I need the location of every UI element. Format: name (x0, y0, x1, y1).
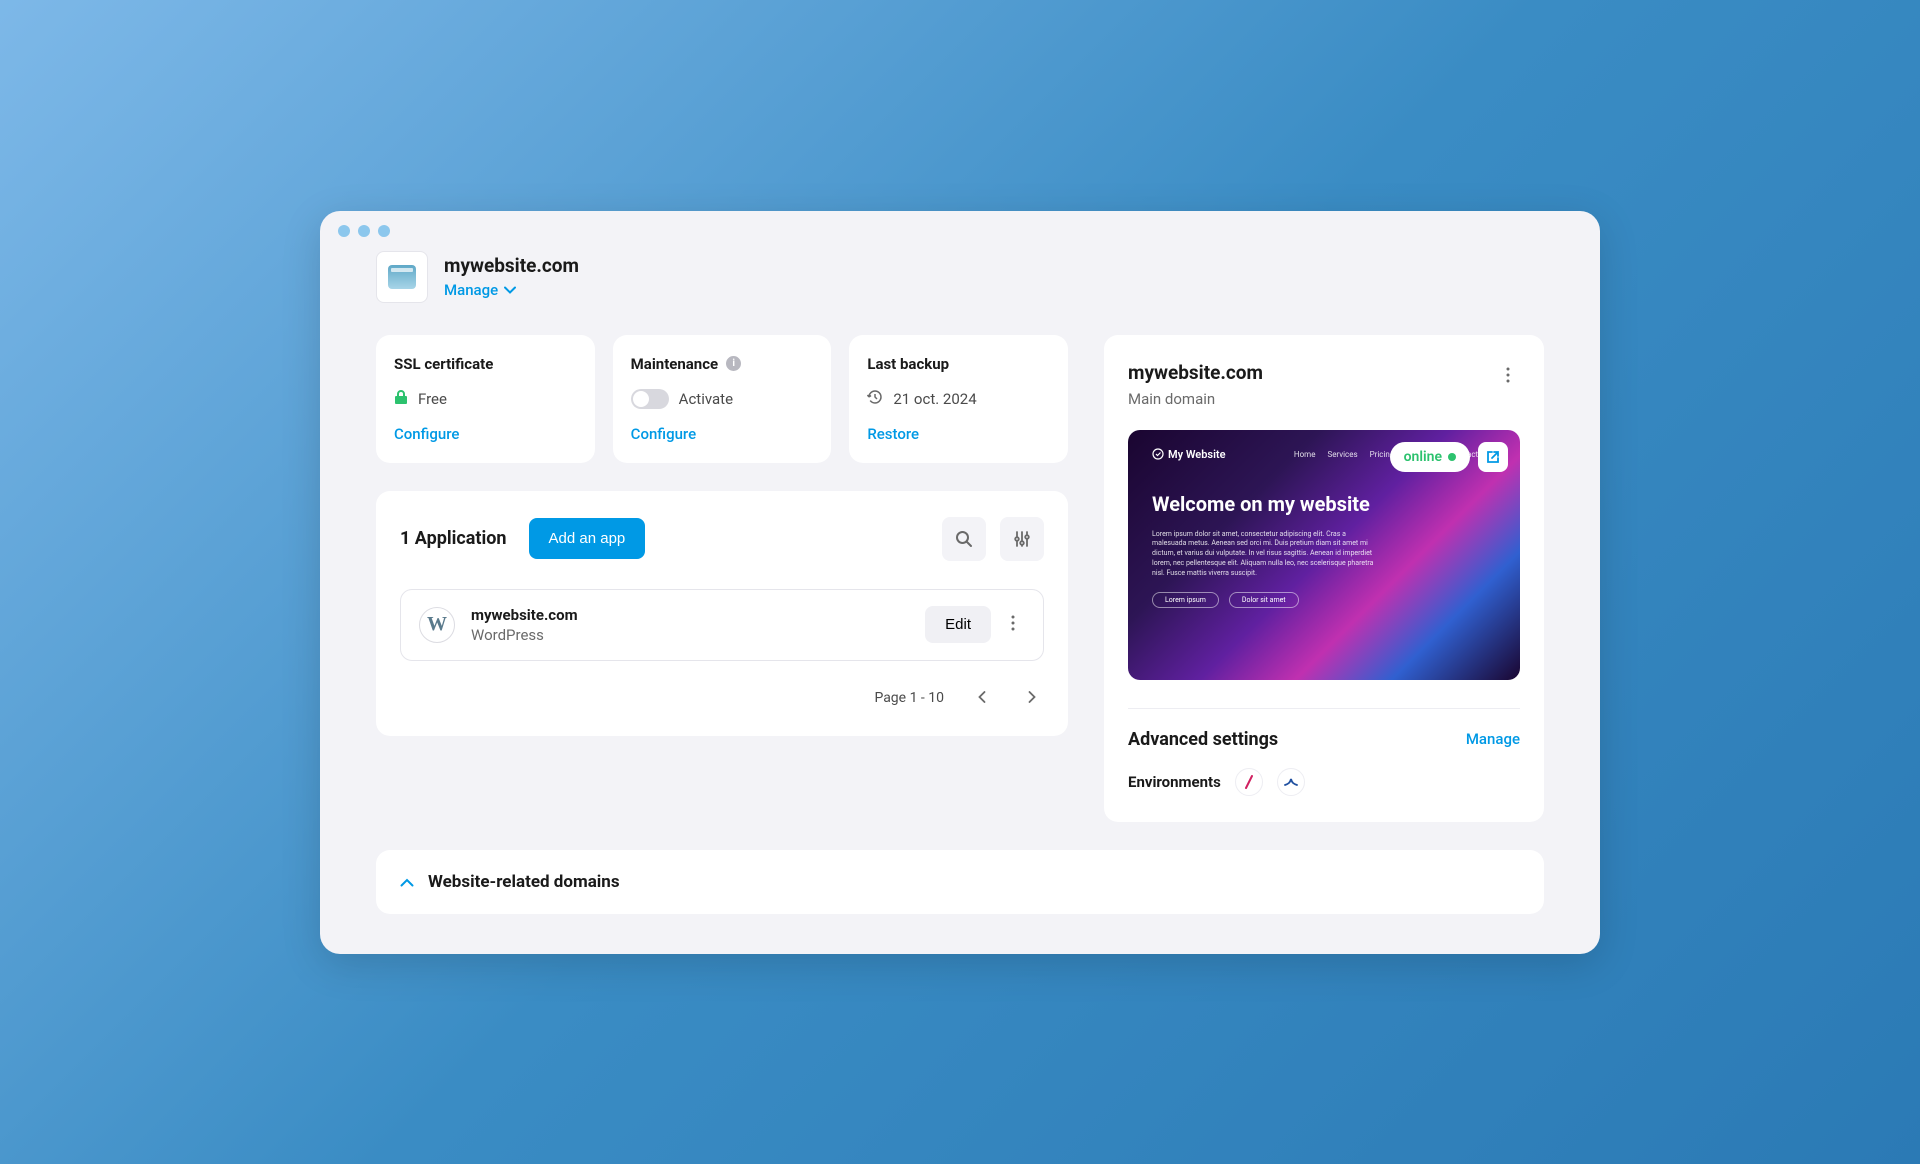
pagination-label: Page 1 - 10 (874, 690, 944, 706)
preview-hero-text: Lorem ipsum dolor sit amet, consectetur … (1152, 530, 1382, 579)
backup-title: Last backup (867, 355, 1050, 373)
pagination: Page 1 - 10 (400, 687, 1044, 710)
chevron-right-icon (1028, 691, 1036, 703)
more-vertical-icon (1011, 615, 1015, 631)
environments-label: Environments (1128, 773, 1221, 791)
window-titlebar (320, 211, 1600, 237)
site-title: mywebsite.com (444, 254, 579, 277)
ssl-value: Free (418, 390, 447, 408)
app-type: WordPress (471, 626, 578, 644)
app-name: mywebsite.com (471, 606, 578, 624)
preview-logo: My Website (1152, 448, 1226, 461)
window-minimize[interactable] (358, 225, 370, 237)
edit-app-button[interactable]: Edit (925, 606, 991, 643)
filter-button[interactable] (1000, 517, 1044, 561)
ssl-configure-link[interactable]: Configure (394, 425, 577, 443)
online-badge: online (1390, 442, 1470, 472)
env-icon-1[interactable] (1235, 768, 1263, 796)
add-app-button[interactable]: Add an app (529, 518, 646, 559)
maintenance-value: Activate (679, 390, 733, 408)
more-vertical-icon (1506, 367, 1510, 383)
preview-hero-title: Welcome on my website (1152, 492, 1496, 516)
domains-section[interactable]: Website-related domains (376, 850, 1544, 914)
open-site-button[interactable] (1478, 442, 1508, 472)
app-row: W mywebsite.com WordPress Edit (400, 589, 1044, 661)
chevron-down-icon (504, 286, 516, 294)
env-icon-2[interactable] (1277, 768, 1305, 796)
domain-name: mywebsite.com (1128, 361, 1263, 384)
app-more-button[interactable] (1001, 609, 1025, 640)
manage-label: Manage (444, 281, 498, 299)
backup-restore-link[interactable]: Restore (867, 425, 1050, 443)
divider (1128, 708, 1520, 709)
domain-subtitle: Main domain (1128, 390, 1263, 408)
site-icon (376, 251, 428, 303)
maintenance-title: Maintenance (631, 355, 718, 373)
next-page-button[interactable] (1020, 687, 1044, 710)
manage-dropdown[interactable]: Manage (444, 281, 579, 299)
maintenance-configure-link[interactable]: Configure (631, 425, 814, 443)
prev-page-button[interactable] (970, 687, 994, 710)
external-link-icon (1486, 450, 1500, 464)
domain-more-button[interactable] (1496, 361, 1520, 392)
advanced-settings-title: Advanced settings (1128, 729, 1278, 750)
chevron-up-icon (400, 872, 414, 891)
window-maximize[interactable] (378, 225, 390, 237)
ssl-card: SSL certificate Free Configure (376, 335, 595, 463)
history-icon (867, 389, 883, 409)
preview-btn-1: Lorem ipsum (1152, 592, 1219, 608)
info-icon[interactable]: i (726, 356, 741, 371)
search-button[interactable] (942, 517, 986, 561)
window-close[interactable] (338, 225, 350, 237)
advanced-manage-link[interactable]: Manage (1466, 730, 1520, 748)
wordpress-icon: W (419, 607, 455, 643)
preview-btn-2: Dolor sit amet (1229, 592, 1299, 608)
sliders-icon (1013, 530, 1031, 548)
lock-icon (394, 389, 408, 409)
site-preview: My Website Home Services Pricing About u… (1128, 430, 1520, 680)
domains-title: Website-related domains (428, 872, 620, 892)
maintenance-toggle[interactable] (631, 389, 669, 409)
online-dot-icon (1448, 453, 1456, 461)
maintenance-card: Maintenance i Activate Configure (613, 335, 832, 463)
chevron-left-icon (978, 691, 986, 703)
applications-count: 1 Application (400, 528, 507, 549)
domain-panel: mywebsite.com Main domain My Website (1104, 335, 1544, 822)
app-window: mywebsite.com Manage SSL certificate (320, 211, 1600, 954)
applications-panel: 1 Application Add an app W (376, 491, 1068, 736)
ssl-title: SSL certificate (394, 355, 577, 373)
backup-card: Last backup 21 oct. 2024 Restore (849, 335, 1068, 463)
search-icon (955, 530, 973, 548)
site-header: mywebsite.com Manage (376, 251, 1544, 303)
backup-date: 21 oct. 2024 (893, 390, 976, 408)
